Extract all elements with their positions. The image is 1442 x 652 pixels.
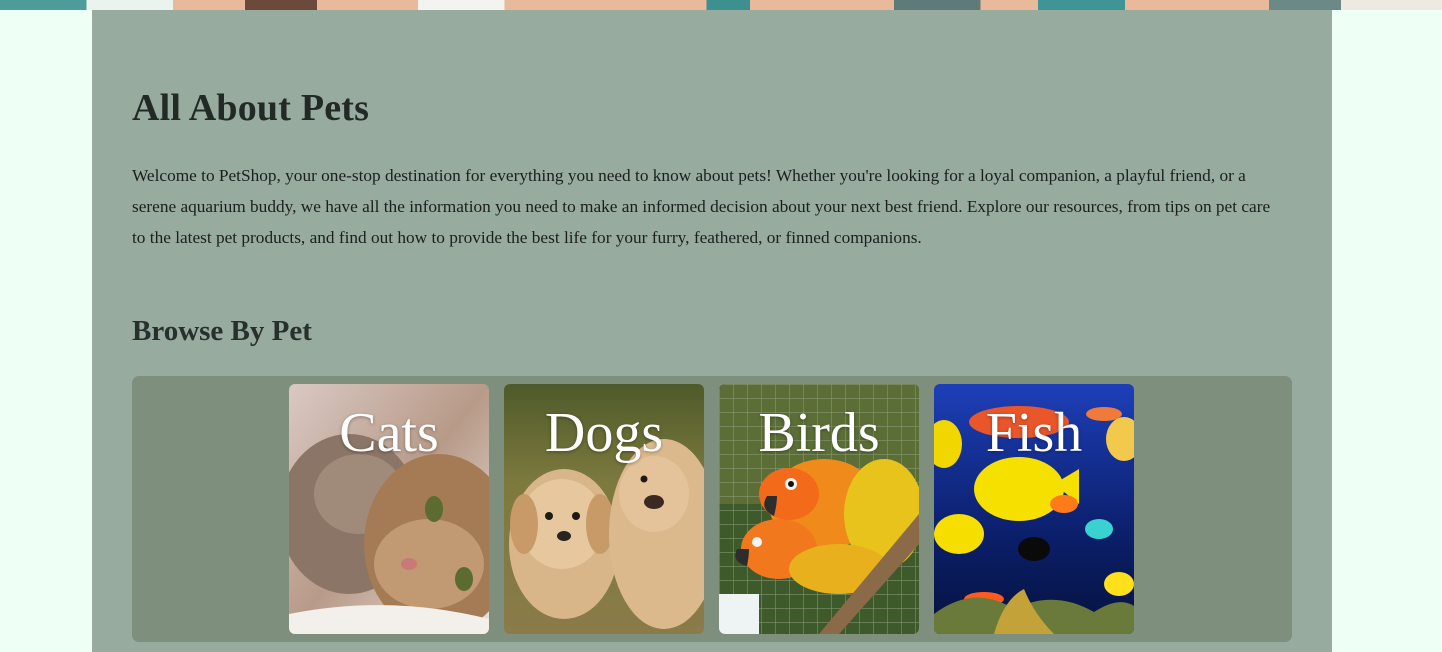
decorative-header-banner [0,0,1442,10]
pet-card-label: Dogs [544,402,664,464]
pet-card-cats[interactable]: Cats [289,384,489,634]
content-container: All About Pets Welcome to PetShop, your … [92,10,1332,652]
pet-card-label: Fish [985,402,1083,464]
intro-paragraph: Welcome to PetShop, your one-stop destin… [132,166,1271,247]
page-title: All About Pets [132,87,370,129]
pet-card-label: Cats [339,402,439,464]
pet-card-dogs[interactable]: Dogs [504,384,704,634]
pet-card-birds[interactable]: Birds [719,384,919,634]
pet-card-label: Birds [758,402,880,464]
browse-by-pet-heading: Browse By Pet [132,315,312,347]
pet-category-strip: Cats Dogs Birds Fish [132,376,1292,642]
pet-card-fish[interactable]: Fish [934,384,1134,634]
